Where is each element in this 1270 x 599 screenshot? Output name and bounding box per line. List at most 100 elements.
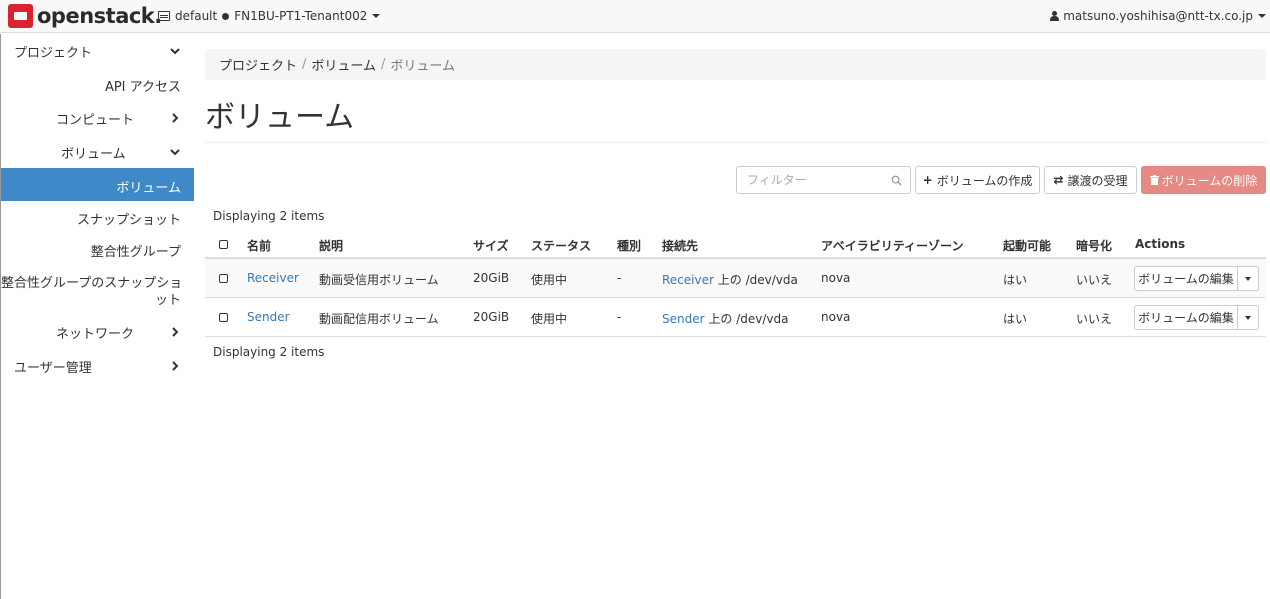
row-checkbox[interactable] [219, 274, 228, 283]
volume-status: 使用中 [531, 273, 568, 287]
sidebar-item-label: スナップショット [76, 213, 181, 228]
filter-field[interactable] [736, 166, 911, 194]
column-header-description[interactable]: 説明 [319, 237, 343, 254]
sidebar-item-volumes[interactable]: ボリューム [1, 168, 194, 201]
sidebar-item-api-access[interactable]: API アクセス [1, 76, 194, 95]
breadcrumb-separator: / [302, 57, 307, 72]
chevron-right-icon [172, 361, 179, 371]
attached-instance-link[interactable]: Sender [662, 312, 705, 326]
user-menu[interactable]: matsuno.yoshihisa@ntt-tx.co.jp [1050, 9, 1266, 23]
breadcrumb-separator: / [381, 57, 386, 72]
row-actions-dropdown[interactable] [1238, 305, 1259, 330]
filter-input[interactable] [737, 167, 877, 193]
breadcrumb: プロジェクト / ボリューム / ボリューム [205, 49, 1266, 80]
accept-transfer-button[interactable]: ⇄ 譲渡の受理 [1044, 166, 1137, 194]
volume-size: 20GiB [473, 271, 510, 285]
volume-zone: nova [821, 310, 851, 324]
sidebar: プロジェクト API アクセス コンピュート ボリューム ボリューム スナップシ… [0, 34, 194, 599]
row-actions-dropdown[interactable] [1238, 266, 1259, 291]
sidebar-item-label: コンピュート [56, 113, 135, 128]
attached-device: 上の /dev/vda [717, 273, 798, 287]
breadcrumb-item[interactable]: プロジェクト [219, 55, 297, 74]
sidebar-item-label: 整合性グループ [90, 245, 181, 260]
sidebar-item-label: ボリューム [61, 147, 126, 162]
select-all-checkbox[interactable] [219, 240, 228, 249]
column-header-availability-zone[interactable]: アベイラビリティーゾーン [821, 237, 963, 254]
volume-name-link[interactable]: Receiver [247, 271, 299, 285]
sidebar-item-compute[interactable]: コンピュート [1, 109, 194, 128]
breadcrumb-item[interactable]: ボリューム [311, 55, 376, 74]
volume-name-link[interactable]: Sender [247, 310, 290, 324]
volume-encrypted: いいえ [1076, 273, 1113, 287]
delete-volumes-button[interactable]: ボリュームの削除 [1141, 166, 1266, 194]
volume-type: - [617, 271, 622, 285]
brand-text: openstack. [37, 4, 162, 28]
attached-device: 上の /dev/vda [708, 312, 789, 326]
caret-down-icon [1258, 14, 1266, 18]
user-name: matsuno.yoshihisa@ntt-tx.co.jp [1063, 9, 1253, 23]
edit-volume-button[interactable]: ボリュームの編集 [1134, 305, 1238, 330]
edit-volume-button[interactable]: ボリュームの編集 [1134, 266, 1238, 291]
brand[interactable]: openstack. [8, 4, 162, 28]
caret-down-icon [1245, 315, 1251, 320]
column-header-name[interactable]: 名前 [247, 237, 271, 254]
sidebar-item-label: プロジェクト [14, 46, 93, 61]
attached-instance-link[interactable]: Receiver [662, 273, 714, 287]
project-switcher[interactable]: default FN1BU-PT1-Tenant002 [158, 9, 381, 23]
breadcrumb-item-current: ボリューム [390, 59, 456, 74]
sidebar-item-consistency-group-snapshots[interactable]: 整合性グループのスナップショ ット [1, 275, 194, 309]
volume-type: - [617, 310, 622, 324]
caret-down-icon [372, 14, 381, 18]
column-header-size[interactable]: サイズ [473, 237, 509, 254]
row-actions: ボリュームの編集 [1134, 305, 1259, 330]
volume-encrypted: いいえ [1076, 312, 1113, 326]
page-title: ボリューム [205, 100, 355, 135]
sidebar-item-consistency-groups[interactable]: 整合性グループ [1, 241, 194, 260]
chevron-right-icon [172, 113, 179, 123]
column-header-encrypted[interactable]: 暗号化 [1076, 237, 1112, 254]
sidebar-item-label: 整合性グループのスナップショ [1, 276, 183, 291]
sidebar-item-snapshots[interactable]: スナップショット [1, 209, 194, 228]
sidebar-item-project[interactable]: プロジェクト [1, 42, 194, 61]
accept-transfer-label: 譲渡の受理 [1067, 173, 1128, 188]
column-header-status[interactable]: ステータス [531, 237, 591, 254]
sidebar-item-network[interactable]: ネットワーク [1, 323, 194, 342]
volume-attached-to: Receiver 上の /dev/vda [662, 271, 798, 288]
sidebar-item-label: API アクセス [104, 80, 181, 95]
sidebar-item-identity[interactable]: ユーザー管理 [1, 357, 194, 376]
volume-size: 20GiB [473, 310, 510, 324]
sidebar-item-label: ボリューム [116, 181, 181, 196]
item-count-bottom: Displaying 2 items [213, 345, 325, 359]
volume-description: 動画受信用ボリューム [319, 273, 439, 287]
volume-status: 使用中 [531, 312, 568, 326]
row-actions: ボリュームの編集 [1134, 266, 1259, 291]
column-header-attached-to[interactable]: 接続先 [662, 237, 698, 254]
volume-attached-to: Sender 上の /dev/vda [662, 310, 788, 327]
sidebar-item-volume-group[interactable]: ボリューム [1, 143, 194, 162]
item-count-top: Displaying 2 items [213, 209, 325, 223]
search-icon[interactable] [891, 175, 902, 186]
volume-description: 動画配信用ボリューム [319, 312, 439, 326]
caret-down-icon [1245, 276, 1251, 281]
volume-zone: nova [821, 271, 851, 285]
user-icon [1050, 11, 1060, 21]
sidebar-item-label: ット [154, 293, 181, 308]
server-icon [158, 11, 170, 21]
table-row: Receiver 動画受信用ボリューム 20GiB 使用中 - Receiver… [205, 259, 1266, 298]
create-volume-label: ボリュームの作成 [936, 173, 1033, 188]
separator-dot-icon [222, 12, 230, 20]
openstack-logo-icon [8, 4, 33, 28]
title-divider [205, 142, 1266, 143]
chevron-right-icon [172, 327, 179, 337]
trash-icon [1149, 175, 1159, 185]
table-header: 名前 説明 サイズ ステータス 種別 接続先 アベイラビリティーゾーン 起動可能… [205, 232, 1266, 259]
column-header-bootable[interactable]: 起動可能 [1003, 237, 1051, 254]
delete-volumes-label: ボリュームの削除 [1161, 173, 1258, 188]
volume-bootable: はい [1003, 273, 1028, 287]
sidebar-item-label: ユーザー管理 [14, 361, 92, 376]
row-checkbox[interactable] [219, 313, 228, 322]
top-navbar: openstack. default FN1BU-PT1-Tenant002 m… [0, 0, 1270, 33]
column-header-type[interactable]: 種別 [617, 237, 641, 254]
chevron-down-icon [170, 149, 180, 156]
create-volume-button[interactable]: + ボリュームの作成 [915, 166, 1040, 194]
